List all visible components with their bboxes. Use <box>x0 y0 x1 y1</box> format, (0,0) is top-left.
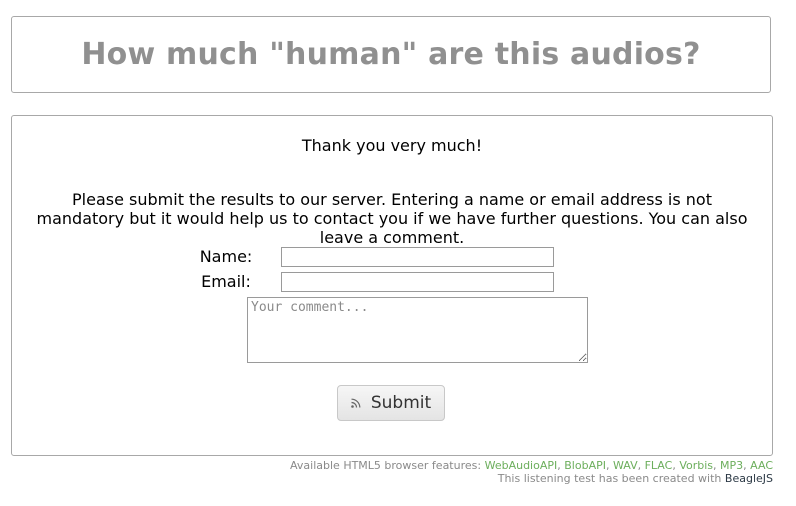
features-prefix: Available HTML5 browser features: <box>290 459 482 472</box>
submit-label: Submit <box>370 393 432 413</box>
submit-instructions: Please submit the results to our server.… <box>36 190 748 247</box>
page: How much "human" are this audios? Thank … <box>0 0 796 506</box>
email-input[interactable] <box>281 272 554 292</box>
name-label: Name: <box>199 247 253 266</box>
beaglejs-link[interactable]: BeagleJS <box>725 472 773 485</box>
feature-item: MP3 <box>720 459 744 472</box>
feature-item: FLAC <box>644 459 673 472</box>
header-panel: How much "human" are this audios? <box>11 16 771 93</box>
comment-textarea[interactable] <box>247 297 588 363</box>
feature-item: Vorbis <box>679 459 714 472</box>
credit-prefix: This listening test has been created wit… <box>497 472 722 485</box>
name-row: Name: <box>191 247 261 267</box>
feature-item: BlobAPI <box>564 459 606 472</box>
email-label: Email: <box>201 272 251 291</box>
feature-item: WebAudioAPI <box>484 459 558 472</box>
feature-item: AAC <box>750 459 773 472</box>
email-row: Email: <box>191 272 261 292</box>
page-title: How much "human" are this audios? <box>81 37 701 72</box>
credit-line: This listening test has been created wit… <box>498 472 773 486</box>
name-input[interactable] <box>281 247 554 267</box>
features-line: Available HTML5 browser features: WebAud… <box>290 459 773 472</box>
rss-icon <box>351 398 361 408</box>
submit-panel: Thank you very much! Please submit the r… <box>11 115 773 456</box>
thank-you-message: Thank you very much! <box>301 136 483 155</box>
feature-item: WAV <box>612 459 638 472</box>
submit-button[interactable]: Submit <box>337 385 445 421</box>
